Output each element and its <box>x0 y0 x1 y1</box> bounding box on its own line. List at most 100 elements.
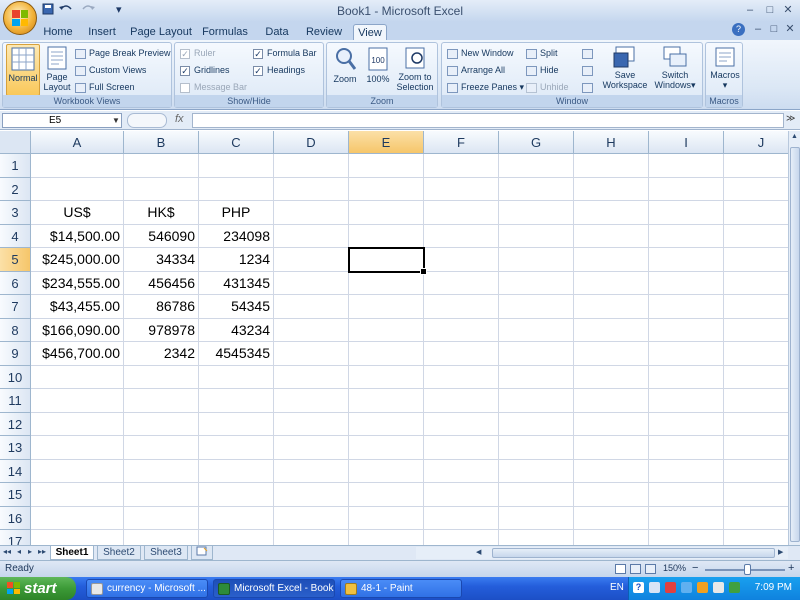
cell-b4[interactable]: 546090 <box>124 224 199 248</box>
formula-bar-handle[interactable] <box>127 113 167 128</box>
cell-i1[interactable] <box>649 154 724 178</box>
cell-a2[interactable] <box>31 177 124 201</box>
cell-b6[interactable]: 456456 <box>124 271 199 295</box>
split-button[interactable]: Split <box>526 46 558 60</box>
row-header-10[interactable]: 10 <box>0 365 31 389</box>
cell-g15[interactable] <box>499 483 574 507</box>
cell-a15[interactable] <box>31 483 124 507</box>
first-sheet-icon[interactable]: ◂◂ <box>3 547 11 556</box>
insert-sheet-button[interactable] <box>191 546 213 560</box>
cell-d14[interactable] <box>274 459 349 483</box>
cell-h17[interactable] <box>574 530 649 545</box>
cell-d10[interactable] <box>274 365 349 389</box>
cell-g1[interactable] <box>499 154 574 178</box>
cell-i11[interactable] <box>649 389 724 413</box>
view-side-by-side-button[interactable] <box>582 46 596 60</box>
help-tray-icon[interactable]: ? <box>633 582 644 593</box>
row-header-16[interactable]: 16 <box>0 506 31 530</box>
cell-c13[interactable] <box>199 436 274 460</box>
column-header-g[interactable]: G <box>499 131 574 154</box>
row-header-1[interactable]: 1 <box>0 154 31 178</box>
cell-f5[interactable] <box>424 248 499 272</box>
cell-e3[interactable] <box>349 201 424 225</box>
cell-j2[interactable] <box>724 178 788 201</box>
cell-j16[interactable] <box>724 507 788 530</box>
page-break-status-icon[interactable] <box>645 564 656 574</box>
select-all-button[interactable] <box>0 131 31 154</box>
cell-h10[interactable] <box>574 365 649 389</box>
cell-d11[interactable] <box>274 389 349 413</box>
cell-i15[interactable] <box>649 483 724 507</box>
cell-e14[interactable] <box>349 459 424 483</box>
cell-h14[interactable] <box>574 459 649 483</box>
cell-i13[interactable] <box>649 436 724 460</box>
cell-b13[interactable] <box>124 436 199 460</box>
cell-f8[interactable] <box>424 318 499 342</box>
cell-d6[interactable] <box>274 271 349 295</box>
row-header-9[interactable]: 9 <box>0 342 31 366</box>
cell-d8[interactable] <box>274 318 349 342</box>
cell-j9[interactable] <box>724 342 788 366</box>
cell-d5[interactable] <box>274 248 349 272</box>
row-header-7[interactable]: 7 <box>0 295 31 319</box>
network-icon[interactable] <box>649 582 660 593</box>
ruler-checkbox[interactable]: ✓ Ruler <box>180 46 216 60</box>
cell-e7[interactable] <box>349 295 424 319</box>
cell-g16[interactable] <box>499 506 574 530</box>
cell-a13[interactable] <box>31 436 124 460</box>
cell-e10[interactable] <box>349 365 424 389</box>
zoom-slider-knob[interactable] <box>744 564 751 575</box>
cell-f17[interactable] <box>424 530 499 545</box>
cell-d16[interactable] <box>274 506 349 530</box>
scroll-up-icon[interactable]: ▲ <box>791 133 798 140</box>
cell-a5[interactable]: $245,000.00 <box>31 248 124 272</box>
cell-c11[interactable] <box>199 389 274 413</box>
normal-view-status-icon[interactable] <box>615 564 626 574</box>
cell-h13[interactable] <box>574 436 649 460</box>
cell-j1[interactable] <box>724 154 788 178</box>
cell-c2[interactable] <box>199 177 274 201</box>
cell-f10[interactable] <box>424 365 499 389</box>
tab-formulas[interactable]: Formulas <box>200 24 250 40</box>
cell-i8[interactable] <box>649 318 724 342</box>
cell-j11[interactable] <box>724 389 788 413</box>
cell-h12[interactable] <box>574 412 649 436</box>
cell-b12[interactable] <box>124 412 199 436</box>
cell-a11[interactable] <box>31 389 124 413</box>
cell-g14[interactable] <box>499 459 574 483</box>
formula-input[interactable] <box>192 113 784 128</box>
cell-j10[interactable] <box>724 366 788 389</box>
taskbar-button-currency[interactable]: currency - Microsoft ... <box>86 579 208 598</box>
cell-j8[interactable] <box>724 319 788 342</box>
column-header-c[interactable]: C <box>199 131 274 154</box>
cell-a4[interactable]: $14,500.00 <box>31 224 124 248</box>
cell-e11[interactable] <box>349 389 424 413</box>
security-alert-icon[interactable] <box>665 582 676 593</box>
cell-d1[interactable] <box>274 154 349 178</box>
cell-c4[interactable]: 234098 <box>199 224 274 248</box>
zoom-out-icon[interactable]: − <box>692 562 698 574</box>
last-sheet-icon[interactable]: ▸▸ <box>38 547 46 556</box>
cell-f15[interactable] <box>424 483 499 507</box>
cell-c5[interactable]: 1234 <box>199 248 274 272</box>
cell-j12[interactable] <box>724 413 788 436</box>
cell-c15[interactable] <box>199 483 274 507</box>
zoom-level[interactable]: 150% <box>663 563 686 573</box>
row-header-12[interactable]: 12 <box>0 412 31 436</box>
cell-j13[interactable] <box>724 436 788 460</box>
cell-h11[interactable] <box>574 389 649 413</box>
cell-j6[interactable] <box>724 272 788 295</box>
cell-b7[interactable]: 86786 <box>124 295 199 319</box>
column-header-j[interactable]: J <box>724 131 788 154</box>
cell-h4[interactable] <box>574 224 649 248</box>
cell-d17[interactable] <box>274 530 349 545</box>
doc-close-button[interactable]: ✕ <box>782 22 798 36</box>
cell-h2[interactable] <box>574 177 649 201</box>
cell-b14[interactable] <box>124 459 199 483</box>
new-window-button[interactable]: New Window <box>447 46 514 60</box>
expand-formula-bar-icon[interactable]: ≫ <box>786 113 795 124</box>
column-header-a[interactable]: A <box>31 131 124 154</box>
cell-h16[interactable] <box>574 506 649 530</box>
cell-f3[interactable] <box>424 201 499 225</box>
cell-a9[interactable]: $456,700.00 <box>31 342 124 366</box>
